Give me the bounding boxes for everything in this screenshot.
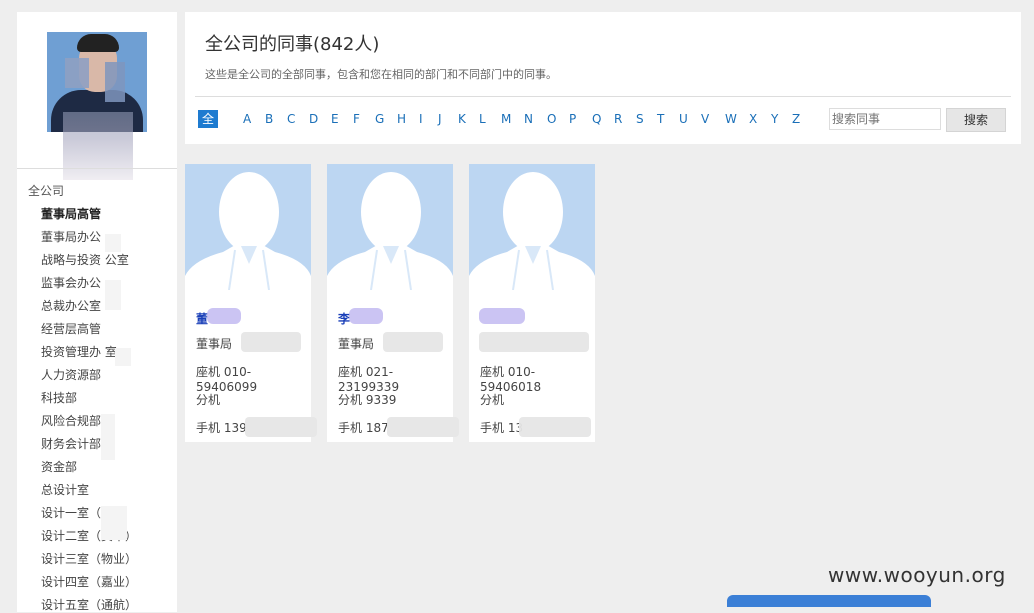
sidebar-item[interactable]: 风险合规部 — [41, 412, 101, 429]
privacy-mask — [115, 348, 131, 366]
sidebar-item[interactable]: 设计三室（物业） — [41, 550, 137, 567]
privacy-mask — [479, 332, 589, 352]
letter-filter[interactable]: Y — [771, 110, 778, 128]
letter-filter[interactable]: L — [479, 110, 486, 128]
page-title: 全公司的同事(842人) — [205, 34, 380, 55]
sidebar-item[interactable]: 总裁办公室 — [41, 297, 101, 314]
sidebar-item[interactable]: 经营层高管 — [41, 320, 101, 337]
letter-filter[interactable]: X — [749, 110, 757, 128]
letter-filter[interactable]: E — [331, 110, 339, 128]
privacy-mask — [241, 332, 301, 352]
extension: 分机 9339 — [338, 393, 397, 407]
letter-filter[interactable]: K — [458, 110, 466, 128]
mobile-phone: 手机 139 — [196, 421, 247, 435]
mobile-phone: 手机 13 — [480, 421, 524, 435]
colleague-card[interactable]: 李 董事局 座机 021-23199339 分机 9339 手机 187 — [327, 164, 459, 442]
privacy-mask — [207, 308, 241, 324]
sidebar-item[interactable]: 战略与投资 公室 — [41, 251, 129, 268]
privacy-mask — [387, 417, 459, 437]
letter-filter[interactable]: H — [397, 110, 406, 128]
letter-filter[interactable]: M — [501, 110, 511, 128]
letter-filter-all[interactable]: 全部 — [198, 110, 219, 144]
colleague-card[interactable]: 董 董事局 座机 010-59406099 分机 手机 139 — [185, 164, 317, 442]
letter-filter[interactable]: A — [243, 110, 251, 128]
sidebar-item[interactable]: 总设计室 — [41, 481, 89, 498]
header-panel: 全公司的同事(842人) 这些是全公司的全部同事，包含和您在相同的部门和不同部门… — [185, 12, 1021, 144]
privacy-mask — [519, 417, 591, 437]
profile-photo[interactable] — [327, 164, 453, 290]
letter-filter[interactable]: W — [725, 110, 737, 128]
profile-photo[interactable] — [185, 164, 311, 290]
landline-phone: 座机 010-59406099 — [196, 365, 258, 394]
letter-filter[interactable]: Z — [792, 110, 800, 128]
extension: 分机 — [480, 393, 505, 407]
privacy-mask — [383, 332, 443, 352]
colleague-card[interactable]: 座机 010-59406018 分机 手机 13 — [469, 164, 595, 442]
colleague-department: 董事局 — [196, 337, 233, 351]
letter-filter[interactable]: Q — [592, 110, 601, 128]
sidebar-item[interactable]: 董事局高管 — [41, 205, 101, 222]
letter-filter[interactable]: P — [569, 110, 576, 128]
privacy-mask — [105, 234, 121, 252]
colleague-department: 董事局 — [338, 337, 375, 351]
letter-filter[interactable]: D — [309, 110, 318, 128]
letter-filter[interactable]: G — [375, 110, 384, 128]
sidebar: 全公司 董事局高管董事局办公战略与投资 公室 监事会办公总裁办公室经营层高管投资管… — [17, 12, 177, 612]
sidebar-item[interactable]: 资金部 — [41, 458, 77, 475]
landline-phone: 座机 010-59406018 — [480, 365, 542, 394]
header-divider — [195, 96, 1011, 97]
privacy-mask — [349, 308, 383, 324]
privacy-mask — [245, 417, 317, 437]
menu-root-all-company[interactable]: 全公司 — [28, 182, 64, 199]
network-speed-widget — [727, 595, 931, 607]
page-subtitle: 这些是全公司的全部同事，包含和您在相同的部门和不同部门中的同事。 — [205, 68, 557, 81]
privacy-mask — [101, 414, 115, 460]
sidebar-divider — [17, 168, 177, 169]
avatar-blur-mask — [63, 112, 133, 180]
letter-filter[interactable]: V — [701, 110, 709, 128]
sidebar-item[interactable]: 董事局办公 — [41, 228, 101, 245]
search-input[interactable] — [829, 108, 941, 130]
sidebar-item[interactable]: 设计四室（嘉业） — [41, 573, 137, 590]
sidebar-item[interactable]: 设计五室（通航） — [41, 596, 137, 613]
letter-filter[interactable]: N — [524, 110, 533, 128]
letter-filter[interactable]: C — [287, 110, 295, 128]
sidebar-item[interactable]: 科技部 — [41, 389, 77, 406]
sidebar-item[interactable]: 财务会计部 — [41, 435, 101, 452]
search-button[interactable]: 搜索 — [946, 108, 1006, 132]
sidebar-item[interactable]: 人力资源部 — [41, 366, 101, 383]
letter-filter[interactable]: J — [438, 110, 442, 128]
letter-filter[interactable]: O — [547, 110, 556, 128]
letter-filter[interactable]: F — [353, 110, 360, 128]
privacy-mask — [105, 280, 121, 310]
watermark: www.wooyun.org — [828, 563, 1006, 587]
sidebar-item[interactable]: 监事会办公 — [41, 274, 101, 291]
privacy-mask — [479, 308, 525, 324]
letter-filter[interactable]: R — [614, 110, 622, 128]
profile-photo[interactable] — [469, 164, 595, 290]
sidebar-item[interactable]: 投资管理办 室 — [41, 343, 117, 360]
mobile-phone: 手机 187 — [338, 421, 389, 435]
landline-phone: 座机 021-23199339 — [338, 365, 400, 394]
letter-filter[interactable]: B — [265, 110, 273, 128]
extension: 分机 — [196, 393, 221, 407]
letter-filter[interactable]: U — [679, 110, 688, 128]
privacy-mask — [101, 506, 127, 540]
letter-filter[interactable]: S — [636, 110, 644, 128]
letter-filter[interactable]: I — [419, 110, 423, 128]
letter-filter[interactable]: T — [657, 110, 664, 128]
